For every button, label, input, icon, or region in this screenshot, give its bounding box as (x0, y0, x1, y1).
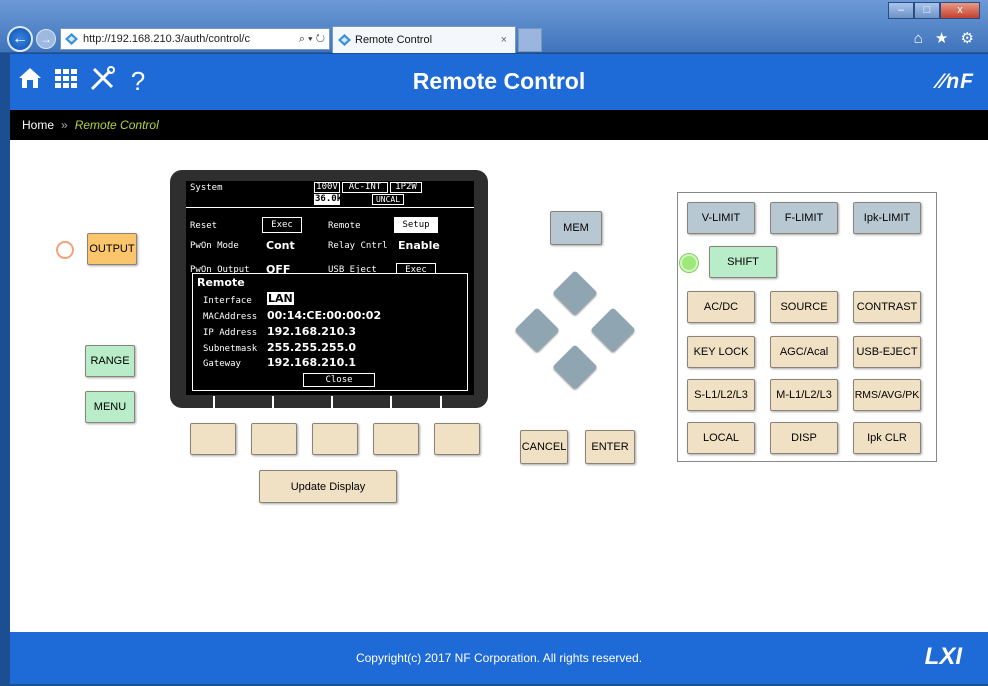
lcd-frequency-badge: 36.0k (314, 194, 343, 205)
mem-button[interactable]: MEM (550, 211, 602, 245)
lcd-pwon-mode-label: PwOn Mode (190, 241, 239, 251)
arrow-left-button[interactable] (514, 307, 560, 353)
shift-indicator (680, 254, 698, 272)
ip-address-label: IP Address (203, 328, 258, 338)
contrast-button[interactable]: CONTRAST (853, 291, 921, 323)
lcd-phase-badge: 1P2W (390, 182, 422, 193)
disp-button[interactable]: DISP (770, 422, 838, 454)
browser-chrome: – □ x ← → http://192.168.210.3/auth/cont… (0, 0, 988, 53)
forward-button[interactable]: → (36, 29, 56, 49)
soft-key-4[interactable] (373, 423, 419, 455)
lcd-remote-setup[interactable]: Setup (394, 217, 438, 233)
lxi-logo: LXI (924, 643, 962, 670)
mac-address-label: MACAddress (203, 312, 258, 322)
soft-key-5[interactable] (434, 423, 480, 455)
breadcrumb-current: Remote Control (74, 118, 159, 132)
shift-button[interactable]: SHIFT (709, 246, 777, 278)
address-controls-icon[interactable]: ⌕ ▾ ↻ (299, 29, 325, 49)
ip-address-value: 192.168.210.3 (267, 325, 357, 338)
menu-button[interactable]: MENU (85, 391, 135, 423)
tab-favicon-icon (338, 34, 351, 46)
back-button[interactable]: ← (7, 26, 33, 52)
remote-popup: Remote Interface LAN MACAddress 00:14:CE… (192, 273, 468, 391)
update-display-button[interactable]: Update Display (259, 470, 397, 503)
soft-key-tick-1 (213, 396, 215, 408)
lcd-uncal-badge: UNCAL (372, 194, 404, 205)
lcd-screen: System 100V AC-INT 1P2W 36.0k UNCAL Rese… (186, 181, 474, 395)
f-limit-button[interactable]: F-LIMIT (770, 202, 838, 234)
site-favicon-icon (65, 33, 78, 45)
lcd-relay-value: Enable (398, 239, 440, 252)
address-bar[interactable]: http://192.168.210.3/auth/control/c ⌕ ▾ … (60, 28, 330, 50)
lcd-system-label: System (190, 183, 223, 193)
subnetmask-label: Subnetmask (203, 344, 258, 354)
breadcrumb: Home » Remote Control (10, 110, 988, 140)
gateway-label: Gateway (203, 359, 241, 369)
footer: Copyright(c) 2017 NF Corporation. All ri… (10, 632, 988, 684)
cancel-button[interactable]: CANCEL (520, 430, 568, 464)
lcd-relay-label: Relay Cntrl (328, 241, 388, 251)
tab-remote-control[interactable]: Remote Control × (332, 26, 516, 53)
page-title: Remote Control (412, 68, 586, 94)
address-text: http://192.168.210.3/auth/control/c (83, 33, 250, 45)
subnetmask-value: 255.255.255.0 (267, 341, 357, 354)
lcd-voltage-badge: 100V (314, 182, 340, 193)
soft-key-tick-4 (390, 396, 392, 408)
usb-eject-button[interactable]: USB-EJECT (853, 336, 921, 368)
rms-avg-pk-button[interactable]: RMS/AVG/PK (853, 379, 921, 411)
lcd-reset-label: Reset (190, 221, 218, 231)
ac-dc-button[interactable]: AC/DC (687, 291, 755, 323)
range-button[interactable]: RANGE (85, 345, 135, 377)
ipk-clr-button[interactable]: Ipk CLR (853, 422, 921, 454)
soft-key-2[interactable] (251, 423, 297, 455)
breadcrumb-separator: » (61, 118, 68, 132)
breadcrumb-home[interactable]: Home (22, 118, 54, 132)
mac-address-value: 00:14:CE:00:00:02 (267, 309, 382, 322)
lcd-pwon-mode-value: Cont (266, 239, 295, 252)
arrow-down-button[interactable] (552, 344, 598, 390)
m-l1-l2-l3-button[interactable]: M-L1/L2/L3 (770, 379, 838, 411)
nf-logo: ∕∕nF (937, 70, 974, 93)
lcd-source-badge: AC-INT (342, 182, 388, 193)
output-button[interactable]: OUTPUT (87, 233, 137, 265)
lcd-divider (186, 207, 474, 208)
agc-acal-button[interactable]: AGC/Acal (770, 336, 838, 368)
lcd-remote-label: Remote (328, 221, 361, 231)
tab-title: Remote Control (355, 34, 433, 46)
interface-label: Interface (203, 296, 252, 306)
output-indicator (56, 241, 74, 259)
lcd-reset-exec[interactable]: Exec (262, 217, 302, 233)
main-content: OUTPUT RANGE MENU System 100V AC-INT 1P2… (10, 140, 988, 632)
arrow-right-button[interactable] (590, 307, 636, 353)
popup-close-button[interactable]: Close (303, 373, 375, 387)
local-button[interactable]: LOCAL (687, 422, 755, 454)
arrow-up-button[interactable] (552, 270, 598, 316)
key-lock-button[interactable]: KEY LOCK (687, 336, 755, 368)
minimize-button[interactable]: – (888, 2, 914, 19)
remote-popup-title: Remote (197, 276, 245, 289)
app-header: ? Remote Control ∕∕nF (10, 54, 988, 110)
close-window-button[interactable]: x (940, 2, 980, 19)
source-button[interactable]: SOURCE (770, 291, 838, 323)
maximize-button[interactable]: □ (914, 2, 940, 19)
window-controls: – □ x (888, 2, 980, 19)
soft-key-1[interactable] (190, 423, 236, 455)
s-l1-l2-l3-button[interactable]: S-L1/L2/L3 (687, 379, 755, 411)
v-limit-button[interactable]: V-LIMIT (687, 202, 755, 234)
soft-key-tick-3 (331, 396, 333, 408)
copyright-text: Copyright(c) 2017 NF Corporation. All ri… (355, 651, 643, 665)
soft-key-tick-2 (272, 396, 274, 408)
interface-value[interactable]: LAN (267, 292, 294, 305)
gateway-value: 192.168.210.1 (267, 356, 357, 369)
new-tab-button[interactable] (518, 28, 542, 52)
ipk-limit-button[interactable]: Ipk-LIMIT (853, 202, 921, 234)
soft-key-3[interactable] (312, 423, 358, 455)
enter-button[interactable]: ENTER (585, 430, 635, 464)
tab-close-icon[interactable]: × (501, 27, 507, 53)
home-favorites-settings-icon[interactable]: ⌂ ★ ⚙ (914, 29, 978, 47)
soft-key-tick-5 (440, 396, 442, 408)
